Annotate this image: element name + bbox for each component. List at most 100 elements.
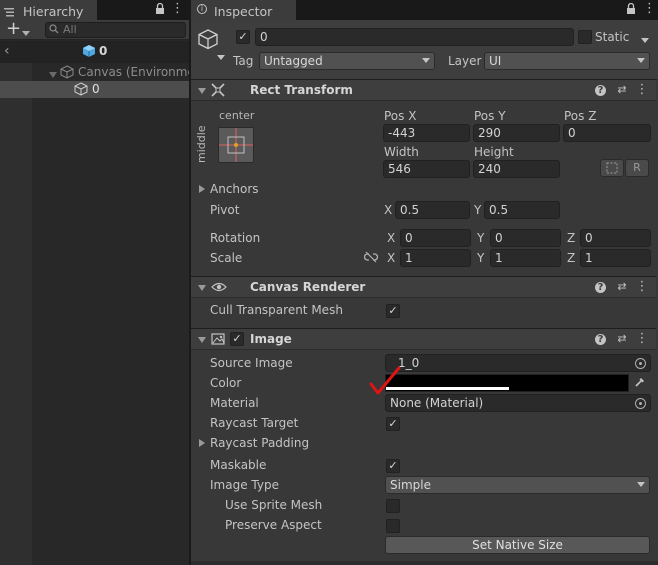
set-native-size-button[interactable]: Set Native Size: [385, 536, 650, 554]
icon-dropdown-icon[interactable]: [217, 50, 225, 64]
tab-inspector-label: Inspector: [214, 4, 273, 19]
presets-icon[interactable]: ⇄: [615, 280, 629, 294]
pivot-y-input[interactable]: 0.5: [484, 201, 560, 219]
width-label: Width: [384, 145, 419, 159]
image-enabled-checkbox[interactable]: ✓: [230, 332, 244, 346]
rot-z-input[interactable]: 0: [580, 229, 651, 247]
image-header[interactable]: ✓ Image ? ⇄ ⋮: [191, 328, 656, 350]
pos-y-input[interactable]: 290: [473, 124, 560, 142]
presets-icon[interactable]: ⇄: [615, 332, 629, 346]
rect-transform-title: Rect Transform: [250, 83, 353, 97]
back-arrow-icon[interactable]: ‹: [4, 43, 10, 59]
use-sprite-mesh-checkbox[interactable]: [386, 499, 400, 513]
chevron-down-icon: [637, 482, 645, 487]
pivot-y-axis-label: Y: [474, 203, 482, 217]
source-image-field[interactable]: 1_0: [385, 354, 651, 372]
list-item-selected[interactable]: 0: [0, 81, 189, 98]
anchors-expand-icon[interactable]: [199, 185, 205, 193]
rect-transform-header[interactable]: Rect Transform ? ⇄ ⋮: [191, 79, 656, 101]
preserve-aspect-checkbox[interactable]: [386, 519, 400, 533]
scale-x-axis-label: X: [387, 251, 396, 265]
height-input[interactable]: 240: [473, 160, 560, 178]
scale-x-input[interactable]: 1: [400, 249, 471, 267]
tag-dropdown[interactable]: Untagged: [259, 52, 435, 70]
expand-arrow-icon[interactable]: [49, 68, 57, 82]
raw-edit-button[interactable]: R: [625, 159, 649, 177]
hierarchy-panel: Hierarchy ⋮ + All ‹ 0 Canvas (Environme …: [0, 0, 195, 565]
rot-z-axis-label: Z: [567, 231, 576, 245]
static-checkbox[interactable]: [578, 30, 592, 44]
anchor-preset-icon: [219, 128, 253, 162]
raycast-target-label: Raycast Target: [210, 416, 299, 430]
image-component-icon: [211, 332, 225, 349]
menu-icon[interactable]: ⋮: [171, 1, 184, 16]
object-name-input[interactable]: 0: [255, 28, 574, 46]
chevron-down-icon: [637, 58, 645, 63]
list-icon: [4, 4, 14, 17]
list-item-label: Canvas (Environme: [78, 65, 195, 79]
gameobject-icon: [74, 82, 88, 99]
width-input[interactable]: 546: [383, 160, 470, 178]
pos-x-input[interactable]: -443: [383, 124, 470, 142]
hierarchy-search-input[interactable]: All: [45, 22, 186, 38]
material-field[interactable]: None (Material): [385, 394, 651, 412]
help-icon[interactable]: ?: [595, 282, 606, 293]
presets-icon[interactable]: ⇄: [615, 83, 629, 97]
help-icon[interactable]: ?: [595, 85, 606, 96]
anchors-label[interactable]: Anchors: [210, 182, 259, 196]
collapse-arrow-icon[interactable]: [198, 337, 206, 343]
blueprint-mode-button[interactable]: [600, 159, 624, 177]
rot-y-input[interactable]: 0: [490, 229, 561, 247]
rot-y-axis-label: Y: [477, 231, 485, 245]
material-value: None (Material): [390, 396, 484, 410]
pivot-x-axis-label: X: [384, 203, 393, 217]
add-dropdown-icon[interactable]: [22, 26, 30, 40]
anchor-presets-button[interactable]: [218, 127, 254, 163]
rect-transform-body: center middle Pos X Pos Y Pos Z -443 290…: [191, 101, 658, 276]
add-button[interactable]: +: [6, 18, 21, 39]
anchor-preset-v-label: middle: [195, 125, 208, 163]
component-menu-icon[interactable]: ⋮: [635, 280, 649, 294]
layer-dropdown[interactable]: UI: [484, 52, 650, 70]
gameobject-icon[interactable]: [197, 28, 219, 55]
maskable-checkbox[interactable]: ✓: [386, 459, 400, 473]
inspector-bottom-divider: [191, 561, 658, 565]
use-sprite-mesh-label: Use Sprite Mesh: [225, 498, 323, 512]
raycast-padding-label[interactable]: Raycast Padding: [210, 436, 309, 450]
help-icon[interactable]: ?: [595, 334, 606, 345]
raycast-padding-expand-icon[interactable]: [199, 439, 205, 447]
cull-transparent-mesh-checkbox[interactable]: ✓: [386, 304, 400, 318]
pivot-x-input[interactable]: 0.5: [395, 201, 470, 219]
tag-value: Untagged: [264, 54, 323, 68]
collapse-arrow-icon[interactable]: [198, 285, 206, 291]
blueprint-icon: [606, 162, 618, 174]
image-type-dropdown[interactable]: Simple: [385, 476, 650, 494]
lock-icon[interactable]: [155, 2, 165, 18]
scene-name: 0: [99, 44, 108, 58]
static-dropdown-icon[interactable]: [641, 33, 649, 47]
scale-y-input[interactable]: 1: [490, 249, 561, 267]
rot-x-input[interactable]: 0: [400, 229, 471, 247]
tab-inspector[interactable]: i Inspector: [191, 0, 296, 20]
active-checkbox[interactable]: ✓: [236, 30, 250, 44]
lock-icon[interactable]: [626, 2, 636, 18]
list-item[interactable]: Canvas (Environme: [32, 64, 195, 82]
image-title: Image: [250, 332, 292, 346]
collapse-arrow-icon[interactable]: [198, 88, 206, 94]
rot-x-axis-label: X: [387, 231, 396, 245]
eyedropper-icon[interactable]: [634, 376, 646, 391]
color-swatch[interactable]: [385, 374, 629, 392]
inspector-panel: i Inspector ⋮ ✓ 0 Static Tag Untagged La…: [191, 0, 658, 565]
canvas-renderer-header[interactable]: Canvas Renderer ? ⇄ ⋮: [191, 276, 656, 298]
component-menu-icon[interactable]: ⋮: [635, 332, 649, 346]
tab-hierarchy[interactable]: Hierarchy: [0, 0, 97, 20]
scale-z-input[interactable]: 1: [580, 249, 651, 267]
object-picker-icon[interactable]: [635, 358, 646, 369]
raycast-target-checkbox[interactable]: ✓: [386, 417, 400, 431]
component-menu-icon[interactable]: ⋮: [635, 83, 649, 97]
scene-row[interactable]: ‹ 0: [0, 41, 189, 63]
pos-z-input[interactable]: 0: [563, 124, 651, 142]
menu-icon[interactable]: ⋮: [643, 1, 656, 16]
link-icon[interactable]: [363, 251, 379, 266]
object-picker-icon[interactable]: [635, 398, 646, 409]
